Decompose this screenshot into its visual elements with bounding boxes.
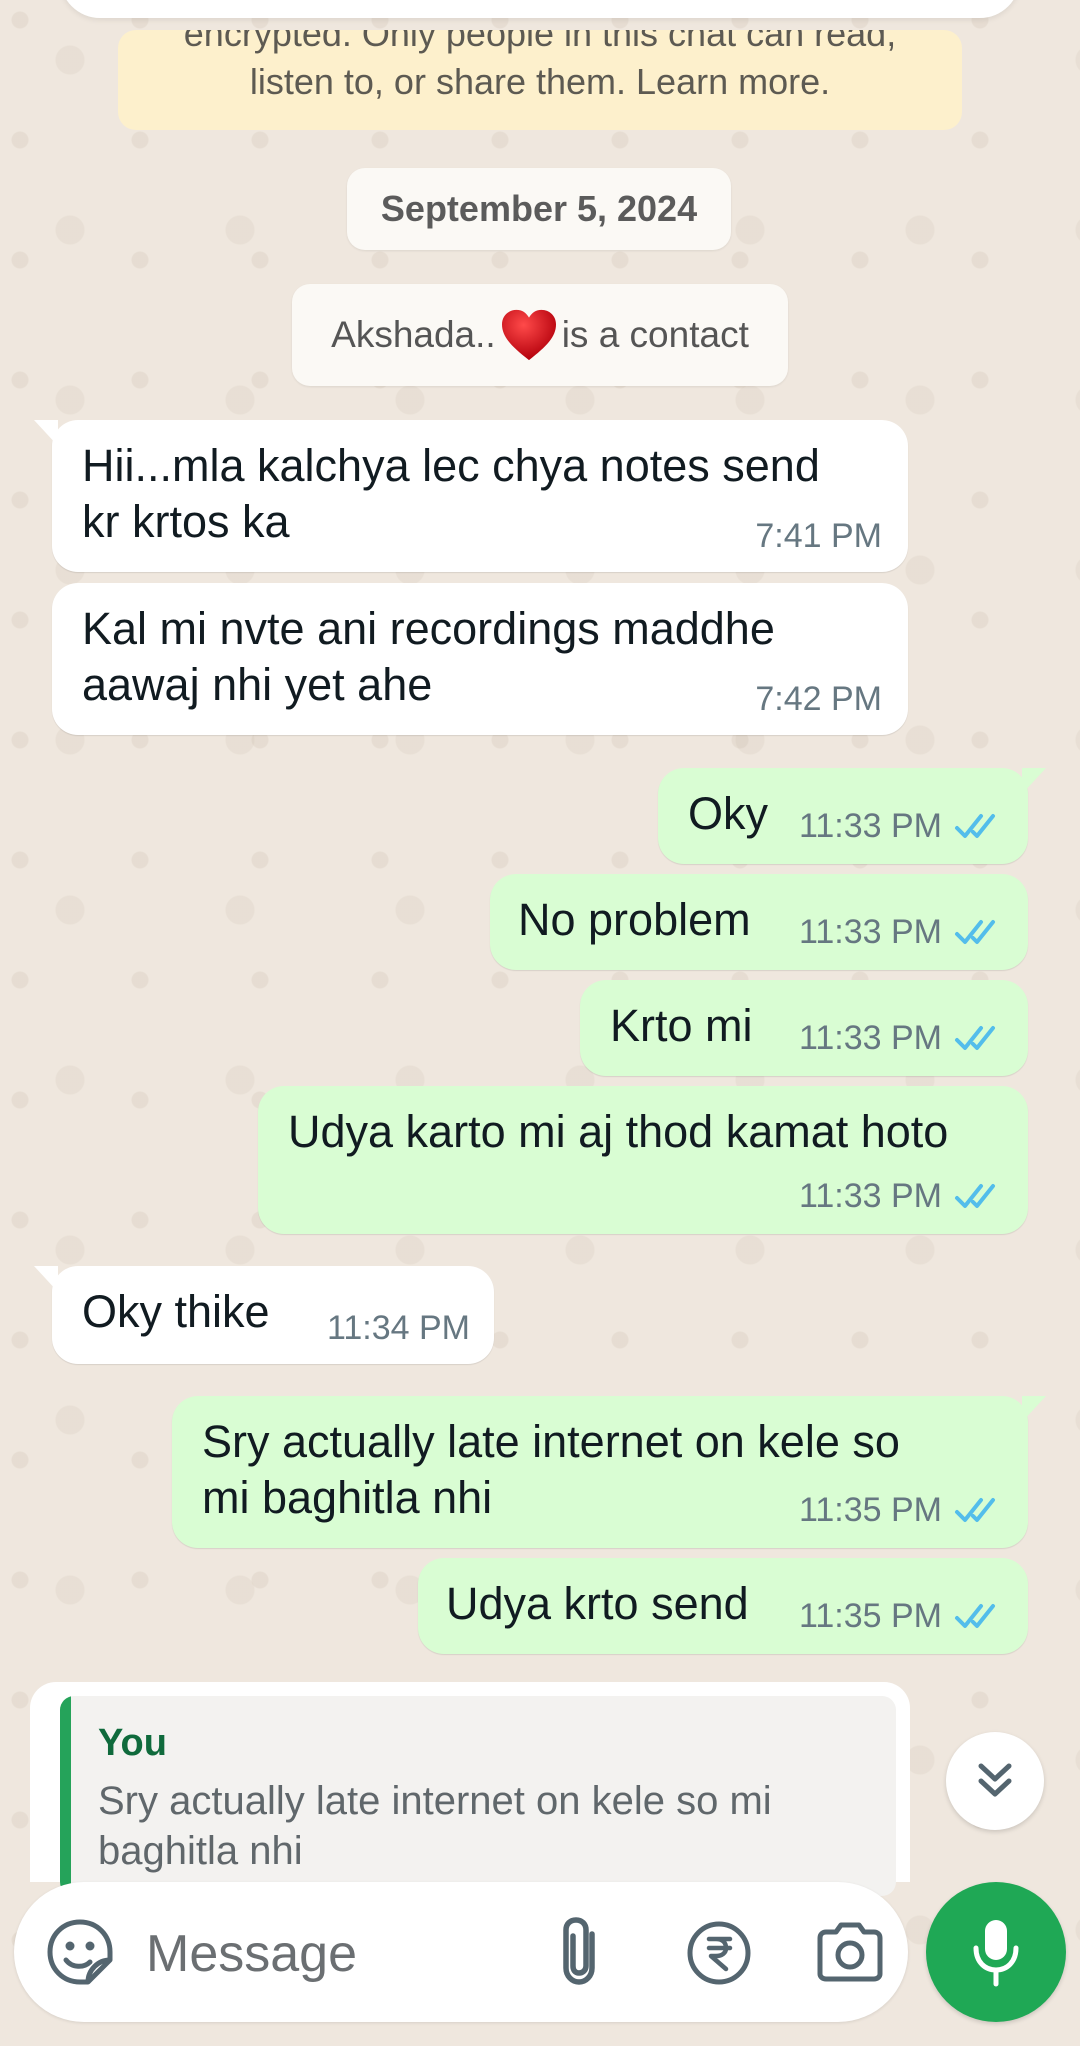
message-meta: 11:35 PM <box>799 1482 1004 1538</box>
message-outgoing[interactable]: Udya karto mi aj thod kamat hoto 11:33 P… <box>258 1086 1028 1234</box>
message-text: No problem <box>518 894 751 945</box>
message-outgoing[interactable]: Udya krto send 11:35 PM <box>418 1558 1028 1654</box>
message-time: 11:33 PM <box>798 913 942 951</box>
scroll-to-bottom-button[interactable] <box>946 1732 1044 1830</box>
encryption-notice-line2: listen to, or share them. Learn more. <box>249 61 831 102</box>
message-composer <box>14 1882 908 2022</box>
message-meta: 11:34 PM <box>327 1300 470 1356</box>
message-incoming[interactable]: Hii...mla kalchya lec chya notes send kr… <box>34 420 908 572</box>
message-time: 7:41 PM <box>755 517 882 555</box>
message-incoming[interactable]: Oky thike 11:34 PM <box>34 1266 494 1364</box>
message-outgoing[interactable]: Sry actually late internet on kele so mi… <box>172 1396 1046 1548</box>
red-heart-icon <box>501 309 556 361</box>
read-double-check-icon <box>955 1498 995 1522</box>
message-incoming[interactable]: Kal mi nvte ani recordings maddhe aawaj … <box>52 583 908 735</box>
message-input[interactable] <box>144 1918 528 1990</box>
message-text-line1: Hii...mla kalchya lec chya notes send <box>82 440 820 491</box>
message-meta: 7:42 PM <box>755 671 882 727</box>
message-text-line2: kr krtos ka <box>82 496 290 547</box>
paperclip-icon[interactable] <box>546 1912 616 1992</box>
contact-name: Akshada.. <box>331 314 496 355</box>
encryption-notice-line1: encrypted. Only people in this chat can … <box>183 30 897 54</box>
top-app-bar <box>60 0 1020 18</box>
double-chevron-down-icon <box>978 1763 1012 1797</box>
message-meta: 11:35 PM <box>799 1588 1004 1644</box>
date-separator-text: September 5, 2024 <box>380 188 698 229</box>
message-time: 11:33 PM <box>798 807 942 845</box>
message-text: Oky thike <box>82 1286 270 1337</box>
sticker-icon[interactable] <box>44 1916 116 1988</box>
message-time: 11:34 PM <box>326 1309 470 1347</box>
read-double-check-icon <box>955 1026 995 1050</box>
encryption-notice[interactable]: encrypted. Only people in this chat can … <box>118 30 962 130</box>
rupee-payment-icon[interactable] <box>684 1918 754 1988</box>
message-text: Udya krto send <box>446 1578 749 1629</box>
message-outgoing[interactable]: Krto mi 11:33 PM <box>580 980 1028 1076</box>
reply-accent-bar <box>60 1696 71 1896</box>
message-time: 11:33 PM <box>798 1177 942 1215</box>
message-text: Udya karto mi aj thod kamat hoto <box>288 1106 949 1157</box>
message-text-line1: Sry actually late internet on kele so <box>202 1416 900 1467</box>
read-double-check-icon <box>955 1184 995 1208</box>
camera-icon[interactable] <box>814 1920 886 1984</box>
message-meta: 7:41 PM <box>755 508 882 564</box>
message-text-line1: Kal mi nvte ani recordings maddhe <box>82 603 775 654</box>
message-outgoing[interactable]: No problem 11:33 PM <box>490 874 1028 970</box>
contact-notice-suffix: is a contact <box>561 314 749 355</box>
reply-preview[interactable]: You Sry actually late internet on kele s… <box>30 1682 910 1896</box>
voice-record-button[interactable] <box>926 1882 1066 2022</box>
message-text: Sry actually late internet on kele so mi… <box>202 1414 900 1526</box>
message-meta: 11:33 PM <box>799 904 1004 960</box>
message-text: Krto mi <box>610 1000 753 1051</box>
reply-quote[interactable]: You Sry actually late internet on kele s… <box>60 1696 896 1896</box>
message-time: 7:42 PM <box>755 680 882 718</box>
reply-text-line2: baghitla nhi <box>98 1829 303 1873</box>
message-time: 11:35 PM <box>798 1491 942 1529</box>
message-text: Hii...mla kalchya lec chya notes send kr… <box>82 438 820 550</box>
reply-author: You <box>98 1722 167 1764</box>
message-text: Oky <box>688 788 769 839</box>
microphone-icon <box>973 1920 1019 1987</box>
message-meta: 11:33 PM <box>799 1010 1004 1066</box>
message-meta: 11:33 PM <box>799 1168 1004 1224</box>
reply-text-line1: Sry actually late internet on kele so mi <box>98 1779 772 1823</box>
read-double-check-icon <box>955 1604 995 1628</box>
message-outgoing[interactable]: Oky 11:33 PM <box>658 768 1046 864</box>
message-text-line2: aawaj nhi yet ahe <box>82 659 433 710</box>
reply-text: Sry actually late internet on kele so mi… <box>98 1776 858 1876</box>
message-time: 11:33 PM <box>798 1019 942 1057</box>
message-meta: 11:33 PM <box>799 798 1004 854</box>
message-text-line2: mi baghitla nhi <box>202 1472 493 1523</box>
message-time: 11:35 PM <box>798 1597 942 1635</box>
message-text: Kal mi nvte ani recordings maddhe aawaj … <box>82 601 775 713</box>
contact-notice: Akshada.. is a contact <box>292 284 788 386</box>
date-separator: September 5, 2024 <box>347 168 731 250</box>
read-double-check-icon <box>955 814 995 838</box>
read-double-check-icon <box>955 920 995 944</box>
